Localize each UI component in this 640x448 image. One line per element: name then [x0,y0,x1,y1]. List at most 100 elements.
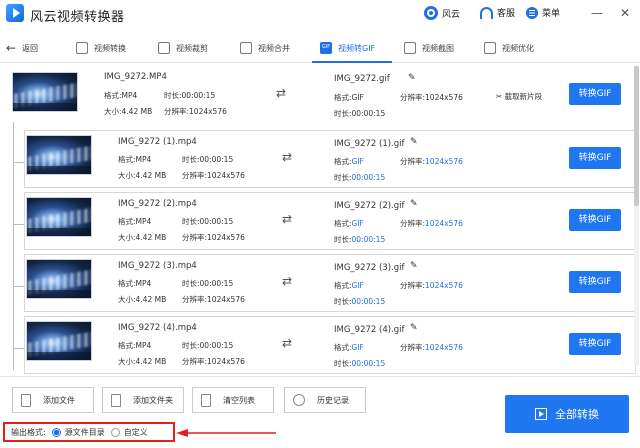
output-duration-meta: 时长:00:00:15 [334,235,386,244]
convert-all-button[interactable]: 全部转换 [505,395,629,433]
file-name: IMG_9272.MP4 [104,72,167,82]
scrollbar-thumb[interactable] [634,66,639,206]
video-thumbnail [26,321,92,361]
convert-gif-button[interactable]: 转换GIF [569,209,621,231]
row-box [24,316,636,374]
size-meta: 大小:4.42 MB [104,107,153,116]
folder-icon [111,393,121,407]
output-file-name: IMG_9272 (3).gif [334,263,405,273]
file-list: IMG_9272.MP4 格式:MP4 时长:00:00:15 大小:4.42 … [0,64,640,374]
app-logo-icon [6,4,24,22]
output-resolution-meta: 分辨率:1024x576 [400,157,463,166]
convert-arrow-icon: ⇄ [276,86,287,100]
menu-button[interactable]: 菜单 [526,6,560,19]
size-meta: 大小:4.42 MB [118,295,167,304]
tab-video-optimize[interactable]: 视频优化 [484,39,534,57]
format-meta: 格式:MP4 [118,279,152,288]
video-thumbnail [12,72,78,112]
output-duration-meta: 时长:00:00:15 [334,173,386,182]
list-item[interactable]: IMG_9272 (4).mp4 格式:MP4 时长:00:00:15 大小:4… [0,312,636,374]
format-meta: 格式:MP4 [118,217,152,226]
tab-label: 视频转换 [94,43,126,53]
gif-icon: GIF [320,42,332,54]
add-folder-button[interactable]: 添加文件夹 [102,387,184,413]
list-item[interactable]: IMG_9272 (1).mp4 格式:MP4 时长:00:00:15 大小:4… [0,126,636,188]
tab-video-convert[interactable]: 视频转换 [76,39,126,57]
radio-custom[interactable] [110,427,120,437]
history-button[interactable]: 历史记录 [284,387,366,413]
size-meta: 大小:4.42 MB [118,233,167,242]
output-format-meta: 格式:GIF [334,281,364,290]
convert-gif-button[interactable]: 转换GIF [569,83,621,105]
format-meta: 格式:MP4 [118,341,152,350]
edit-name-icon[interactable]: ✎ [410,323,418,333]
edit-name-icon[interactable]: ✎ [410,261,418,271]
tab-label: 视频裁剪 [176,43,208,53]
convert-gif-button[interactable]: 转换GIF [569,333,621,355]
output-format-meta: 格式:GIF [334,219,364,228]
convert-gif-button[interactable]: 转换GIF [569,147,621,169]
tab-label: 视频截图 [422,43,454,53]
convert-arrow-icon: ⇄ [282,336,293,350]
tab-video-screenshot[interactable]: 视频截图 [404,39,454,57]
tool-tabs: ← 返回 视频转换 视频裁剪 视频合并 GIF 视频转GIF 视频截图 视频优化 [0,33,640,63]
tab-video-merge[interactable]: 视频合并 [240,39,290,57]
cut-label: 截取新片段 [504,92,543,101]
output-duration-meta: 时长:00:00:15 [334,109,386,118]
file-name: IMG_9272 (2).mp4 [118,199,197,209]
convert-arrow-icon: ⇄ [282,212,293,226]
radio-source-dir[interactable] [51,427,61,437]
menu-icon [526,6,538,19]
close-button[interactable]: ✕ [618,6,632,20]
add-file-button[interactable]: 添加文件 [12,387,94,413]
clear-list-button[interactable]: 清空列表 [192,387,274,413]
user-icon [424,6,438,20]
video-thumbnail [26,259,92,299]
convert-all-label: 全部转换 [555,408,599,421]
output-format-meta: 格式:GIF [334,93,364,102]
bottom-bar: 添加文件 添加文件夹 清空列表 历史记录 全部转换 输出格式: 源文件目录 自定… [0,376,640,448]
file-name: IMG_9272 (3).mp4 [118,261,197,271]
scissors-icon: ✂ [496,92,505,101]
tab-video-to-gif[interactable]: GIF 视频转GIF [320,39,375,57]
tree-branch [13,348,24,349]
minimize-button[interactable]: — [590,6,604,20]
user-button[interactable]: 风云 [424,6,460,20]
list-item[interactable]: IMG_9272 (2).mp4 格式:MP4 时长:00:00:15 大小:4… [0,188,636,250]
headset-icon [480,6,493,19]
resolution-meta: 分辨率:1024x576 [182,357,245,366]
resolution-meta: 分辨率:1024x576 [182,233,245,242]
title-bar: 风云视频转换器 风云 客服 菜单 — ✕ [0,0,640,28]
screenshot-icon [404,42,416,54]
resolution-meta: 分辨率:1024x576 [164,107,227,116]
video-thumbnail [26,135,92,175]
output-file-name: IMG_9272.gif [334,74,390,84]
output-resolution-meta: 分辨率:1024x576 [400,219,463,228]
customer-service-button[interactable]: 客服 [480,6,515,19]
edit-name-icon[interactable]: ✎ [410,137,418,147]
optimize-icon [484,42,496,54]
list-item[interactable]: IMG_9272 (3).mp4 格式:MP4 时长:00:00:15 大小:4… [0,250,636,312]
duration-meta: 时长:00:00:15 [182,341,234,350]
cut-segment-button[interactable]: ✂ 截取新片段 [496,91,542,102]
list-item[interactable]: IMG_9272.MP4 格式:MP4 时长:00:00:15 大小:4.42 … [0,64,636,126]
convert-arrow-icon: ⇄ [282,150,293,164]
output-resolution-meta: 分辨率:1024x576 [400,281,463,290]
radio-source-label[interactable]: 源文件目录 [65,427,105,438]
video-thumbnail [26,197,92,237]
output-file-name: IMG_9272 (1).gif [334,139,405,149]
trash-icon [201,393,211,407]
tab-label: 视频合并 [258,43,290,53]
output-format-meta: 格式:GIF [334,343,364,352]
convert-gif-button[interactable]: 转换GIF [569,271,621,293]
back-button[interactable]: ← 返回 [6,41,38,55]
app-title: 风云视频转换器 [30,10,125,25]
tree-branch [13,224,24,225]
edit-name-icon[interactable]: ✎ [410,199,418,209]
tab-video-crop[interactable]: 视频裁剪 [158,39,208,57]
size-meta: 大小:4.42 MB [118,357,167,366]
edit-name-icon[interactable]: ✎ [408,73,416,83]
output-file-name: IMG_9272 (4).gif [334,325,405,335]
output-duration-meta: 时长:00:00:15 [334,297,386,306]
radio-custom-label[interactable]: 自定义 [124,427,148,438]
